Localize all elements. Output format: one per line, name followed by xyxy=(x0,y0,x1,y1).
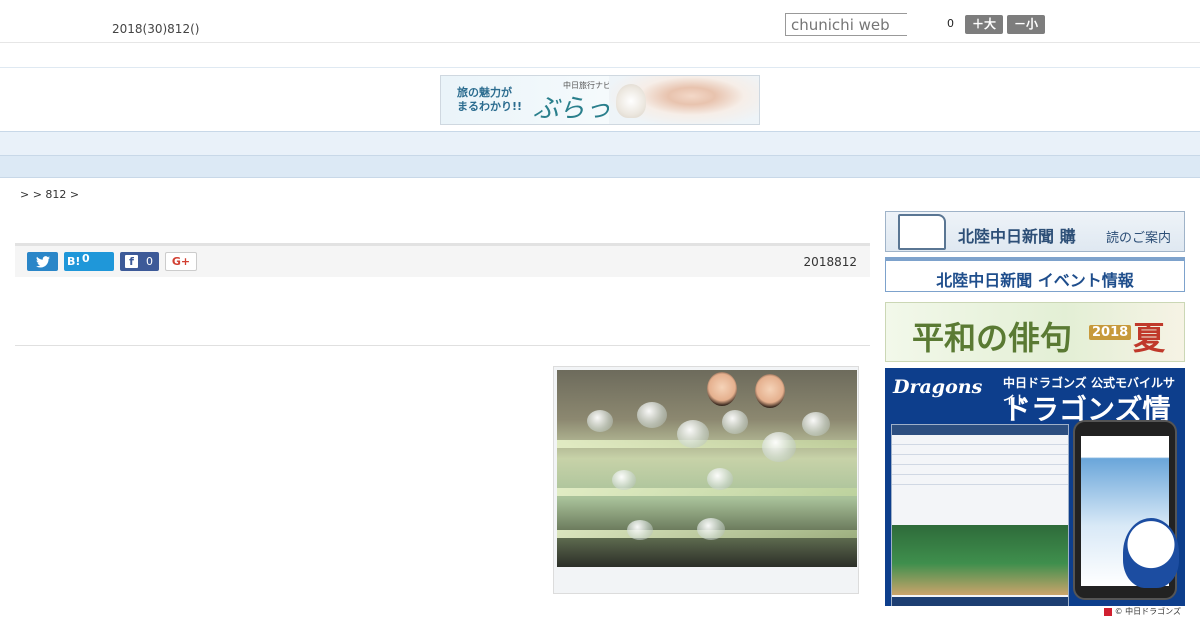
glass-bird xyxy=(707,468,733,490)
banner-caption-line1: 旅の魅力が xyxy=(457,86,512,99)
banner-caption: 旅の魅力が まるわかり!! xyxy=(457,86,522,114)
font-larger-button[interactable]: ＋大 xyxy=(965,15,1003,34)
facebook-share-button[interactable]: f 0 xyxy=(120,252,159,271)
top-bar: 2018(30)812() 0 ＋大 －小 xyxy=(0,0,1200,43)
breadcrumb[interactable]: > > 812 > xyxy=(20,188,79,201)
dragons-logo: Dragons xyxy=(893,376,983,398)
glass-bird xyxy=(612,470,636,490)
font-smaller-button[interactable]: －小 xyxy=(1007,15,1045,34)
travel-banner-ad[interactable]: 旅の魅力が まるわかり!! 中日旅行ナビ ぶらっ人 xyxy=(440,75,760,125)
photo-child-2 xyxy=(755,374,785,408)
banner-caption-line2: まるわかり!! xyxy=(457,100,523,113)
haiku-year: 2018 xyxy=(1089,325,1132,340)
facebook-icon: f xyxy=(125,255,138,268)
dragons-copyright: © 中日ドラゴンズ xyxy=(1114,607,1181,616)
dragons-banner[interactable]: Dragons 中日ドラゴンズ 公式モバイルサイト ドラゴンズ情報 © 中日ドラ… xyxy=(885,368,1185,618)
share-bar: B! 0 f 0 G+ 2018812 xyxy=(15,243,870,277)
hatena-bookmark-button[interactable]: B! 0 xyxy=(64,252,114,271)
subscription-title: 北陸中日新聞 購 xyxy=(958,227,1076,246)
glass-bird xyxy=(627,520,653,540)
hatena-icon: B! xyxy=(67,255,81,268)
twitter-icon xyxy=(35,256,50,268)
google-plus-button[interactable]: G+ xyxy=(165,252,197,271)
glass-bird xyxy=(697,518,725,540)
article-divider xyxy=(15,345,870,346)
glass-bird xyxy=(762,432,796,462)
glass-bird xyxy=(677,420,709,448)
glass-bird xyxy=(637,402,667,428)
photo-shelf-2 xyxy=(557,488,857,496)
main-nav xyxy=(0,131,1200,156)
facebook-count: 0 xyxy=(146,255,153,268)
event-banner[interactable]: 北陸中日新聞 イベント情報 xyxy=(885,257,1185,292)
hatena-count: 0 xyxy=(82,252,90,265)
newspaper-book-icon xyxy=(898,214,946,250)
mascot-image xyxy=(1123,518,1179,588)
article-date: 2018812 xyxy=(803,255,857,269)
font-size-count: 0 xyxy=(947,17,954,30)
haiku-title: 平和の俳句 xyxy=(912,319,1073,357)
dragons-footer: © 中日ドラゴンズ xyxy=(885,606,1185,618)
scoreboard-image xyxy=(891,424,1069,610)
scoreboard-row xyxy=(892,455,1068,465)
article-photo-frame xyxy=(553,366,859,594)
scoreboard-row xyxy=(892,435,1068,445)
scoreboard-row xyxy=(892,465,1068,475)
header-band xyxy=(0,44,1200,68)
haiku-season: 夏 xyxy=(1133,319,1166,357)
header-date: 2018(30)812() xyxy=(112,22,200,36)
glass-bird xyxy=(722,410,748,434)
badge-icon xyxy=(1103,607,1112,616)
article-photo[interactable] xyxy=(557,370,857,567)
photo-shelf-1 xyxy=(557,440,857,448)
shell-image xyxy=(616,84,646,118)
search-input[interactable] xyxy=(785,13,907,36)
subscription-tail: 読のご案内 xyxy=(1106,231,1172,246)
subscription-banner[interactable]: 北陸中日新聞 購 読のご案内 xyxy=(885,211,1185,252)
glass-bird xyxy=(587,410,613,432)
sub-nav xyxy=(0,156,1200,178)
scoreboard-row xyxy=(892,445,1068,455)
twitter-share-button[interactable] xyxy=(27,252,58,271)
haiku-banner[interactable]: 平和の俳句 2018 夏 xyxy=(885,302,1185,362)
glass-bird xyxy=(802,412,830,436)
scoreboard-row xyxy=(892,475,1068,485)
event-title: 北陸中日新聞 イベント情報 xyxy=(936,271,1134,290)
scoreboard-header xyxy=(892,425,1068,435)
baseball-field-image xyxy=(892,525,1068,595)
photo-child-1 xyxy=(707,372,737,406)
